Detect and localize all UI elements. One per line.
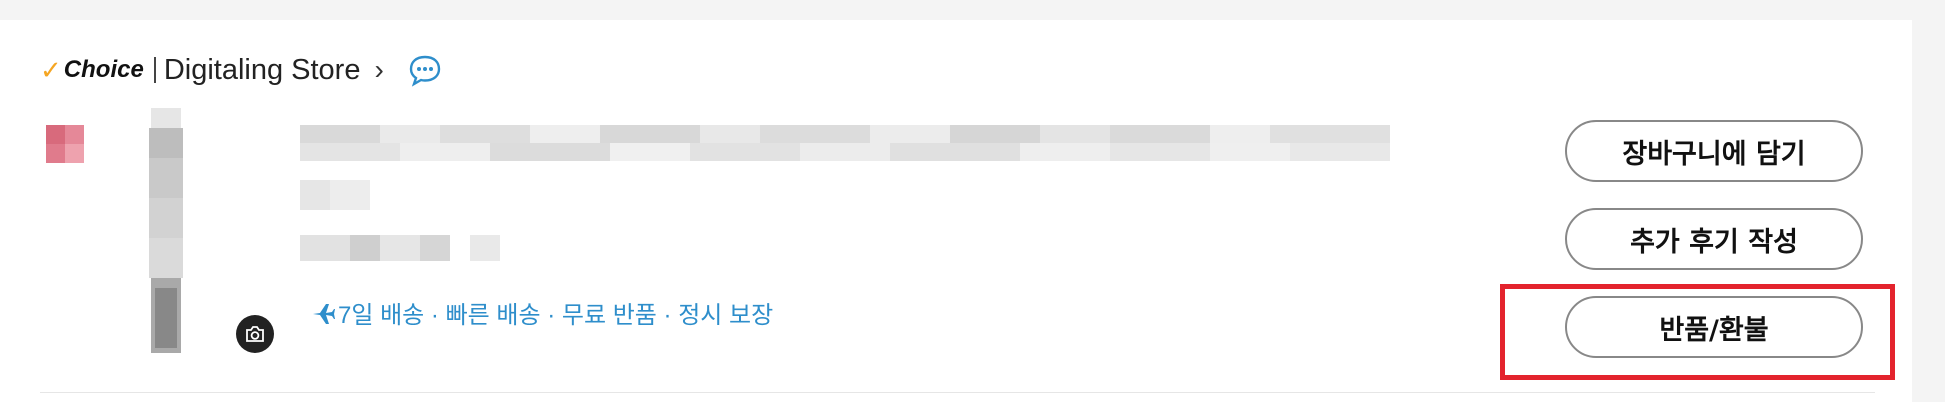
return-refund-button[interactable]: 반품/환불	[1565, 296, 1863, 358]
product-title-blurred	[300, 125, 1390, 143]
add-to-cart-button[interactable]: 장바구니에 담기	[1565, 120, 1863, 182]
choice-label: Choice	[63, 56, 144, 83]
chevron-right-icon[interactable]: ›	[374, 56, 383, 84]
camera-icon	[246, 326, 264, 342]
product-option-blurred	[300, 180, 370, 210]
checkmark-icon: ✓	[40, 54, 62, 85]
product-title-blurred-line2	[300, 143, 1390, 161]
choice-badge: ✓ Choice	[40, 55, 144, 86]
write-review-button[interactable]: 추가 후기 작성	[1565, 208, 1863, 270]
divider	[40, 392, 1875, 393]
divider	[153, 57, 156, 83]
product-price-blurred	[300, 235, 500, 261]
store-header: ✓ Choice Digitaling Store ›	[40, 50, 442, 90]
shipping-text: 7일 배송 · 빠른 배송 · 무료 반품 · 정시 보장	[338, 302, 774, 329]
store-name-link[interactable]: Digitaling Store	[164, 54, 361, 87]
airplane-icon	[313, 303, 335, 324]
camera-button[interactable]	[236, 315, 274, 353]
product-image[interactable]	[145, 108, 187, 353]
chat-bubble-icon[interactable]	[408, 53, 442, 87]
product-variant-thumbnail	[46, 125, 84, 163]
shipping-info: 7일 배송 · 빠른 배송 · 무료 반품 · 정시 보장	[310, 295, 773, 330]
